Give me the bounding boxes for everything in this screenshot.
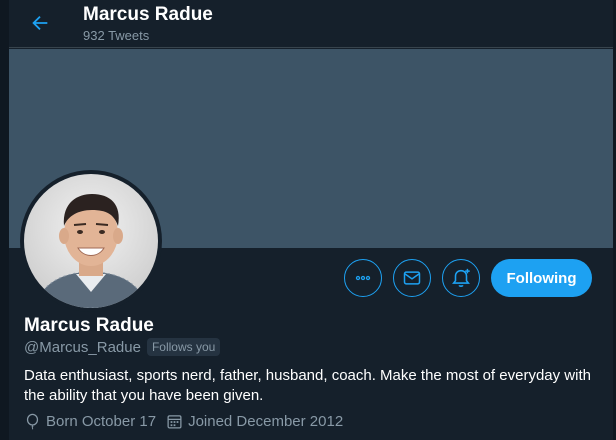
profile-meta: Born October 17 Joined December 2012 <box>24 413 353 430</box>
profile-actions: Following <box>0 259 616 299</box>
birthday-item: Born October 17 <box>24 413 156 430</box>
arrow-left-icon <box>32 15 48 31</box>
header-title: Marcus Radue <box>83 4 213 25</box>
envelope-icon <box>403 271 421 285</box>
joined-text: Joined December 2012 <box>188 413 344 430</box>
handle-row: @Marcus_Radue Follows you <box>24 338 221 356</box>
joined-item: Joined December 2012 <box>166 413 343 430</box>
calendar-icon <box>167 415 182 429</box>
balloon-icon <box>26 413 39 430</box>
profile-header: Marcus Radue 932 Tweets <box>9 0 613 48</box>
message-button[interactable] <box>393 259 431 297</box>
tweet-count: 932 Tweets <box>83 28 150 43</box>
bell-plus-icon <box>452 268 470 287</box>
back-button[interactable] <box>25 8 55 38</box>
birthday-text: Born October 17 <box>46 413 157 430</box>
left-frame-edge <box>0 0 9 440</box>
more-horizontal-icon <box>355 275 371 281</box>
profile-handle: @Marcus_Radue <box>24 338 141 356</box>
more-button[interactable] <box>344 259 382 297</box>
notifications-button[interactable] <box>442 259 480 297</box>
profile-bio: Data enthusiast, sports nerd, father, hu… <box>24 367 591 404</box>
profile-name: Marcus Radue <box>24 315 154 336</box>
follows-you-badge: Follows you <box>146 338 221 356</box>
following-button[interactable]: Following <box>491 259 592 297</box>
